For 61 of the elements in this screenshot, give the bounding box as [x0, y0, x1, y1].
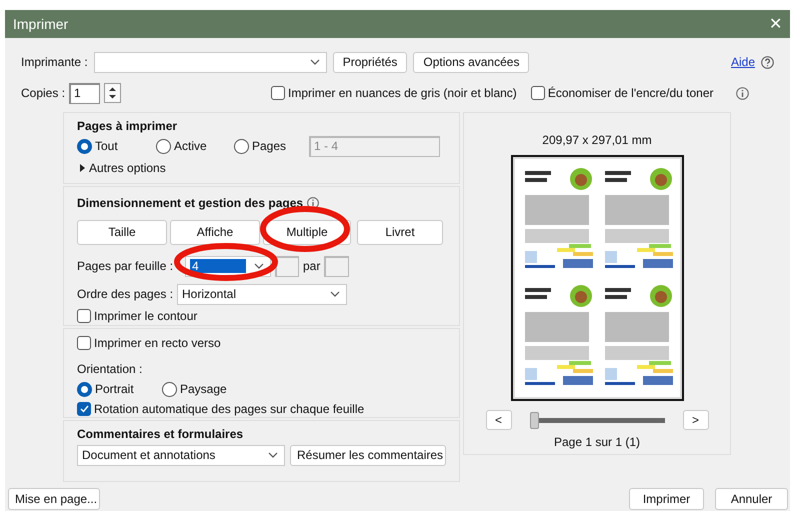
next-page-button[interactable]: > [682, 410, 708, 430]
chevron-down-icon [330, 291, 340, 297]
dialog-button[interactable]: Options avancées [413, 52, 530, 72]
checkbox-label: Imprimer le contour [94, 309, 198, 323]
dialog-button[interactable]: Propriétés [332, 52, 408, 72]
info-icon[interactable] [307, 197, 320, 209]
chevron-down-icon [310, 59, 320, 65]
chevron-down-icon [254, 263, 264, 269]
printer-label: Imprimante : [21, 55, 88, 69]
page-order-select[interactable]: Horizontal [177, 284, 347, 304]
radio-label: Paysage [180, 382, 227, 396]
radio-button[interactable] [77, 382, 92, 396]
columns-field[interactable] [275, 256, 299, 276]
expand-arrow-icon[interactable] [80, 164, 85, 172]
dialog-button[interactable]: Annuler [715, 488, 788, 510]
checkbox-label: Imprimer en nuances de gris (noir et blanc) [288, 86, 517, 100]
radio-button[interactable] [234, 138, 249, 154]
info-icon[interactable] [736, 86, 749, 100]
close-button[interactable]: ✕ [769, 14, 782, 34]
radio-label: Active [174, 139, 207, 153]
copies-field[interactable]: 1 [69, 82, 100, 104]
dialog-button[interactable]: Imprimer [629, 488, 704, 510]
checkbox[interactable] [77, 402, 91, 416]
pages-per-sheet-label: Pages par feuille : [77, 259, 173, 273]
checkbox[interactable] [77, 336, 91, 350]
radio-button[interactable] [156, 138, 171, 154]
page-order-label: Ordre des pages : [77, 287, 173, 301]
help-icon[interactable] [761, 56, 774, 68]
window-title: Imprimer [13, 16, 68, 32]
chevron-down-icon [268, 452, 278, 458]
by-label: par [303, 259, 320, 273]
checkbox[interactable] [530, 86, 545, 100]
orientation-label: Orientation : [77, 362, 142, 376]
radio-label: Tout [95, 139, 118, 153]
section-title: Commentaires et formulaires [77, 427, 244, 441]
radio-button[interactable] [77, 138, 92, 154]
mode-button[interactable]: Affiche [170, 220, 260, 244]
checkbox-label: Imprimer en recto verso [94, 336, 221, 350]
checkbox[interactable] [77, 309, 91, 323]
checkbox-label: Économiser de l'encre/du toner [548, 86, 714, 100]
comments-select[interactable]: Document et annotations [77, 444, 285, 466]
checkbox[interactable] [271, 86, 286, 100]
rows-field[interactable] [324, 256, 350, 276]
checkmark-icon [80, 405, 88, 413]
mode-button[interactable]: Livret [357, 220, 443, 244]
mode-button[interactable]: Taille [77, 220, 167, 244]
page-setup-button[interactable]: Mise en page... [8, 488, 100, 510]
help-link[interactable]: Aide [730, 55, 755, 69]
radio-label: Portrait [95, 382, 134, 396]
checkbox-label: Rotation automatique des pages sur chaque feuille [94, 402, 364, 416]
radio-button[interactable] [162, 382, 177, 396]
more-options-link[interactable]: Autres options [89, 161, 166, 175]
section-title: Dimensionnement et gestion des pages [77, 196, 304, 210]
paper-size-label: 209,97 x 297,01 mm [542, 133, 652, 147]
copies-label: Copies : [21, 86, 66, 100]
radio-label: Pages [252, 139, 286, 153]
summarize-button[interactable]: Résumer les commentaires [290, 444, 446, 466]
section-title: Pages à imprimer [77, 119, 178, 133]
page-count-label: Page 1 sur 1 (1) [554, 435, 640, 449]
previous-page-button[interactable]: < [486, 410, 512, 430]
slider-thumb[interactable] [530, 412, 538, 428]
